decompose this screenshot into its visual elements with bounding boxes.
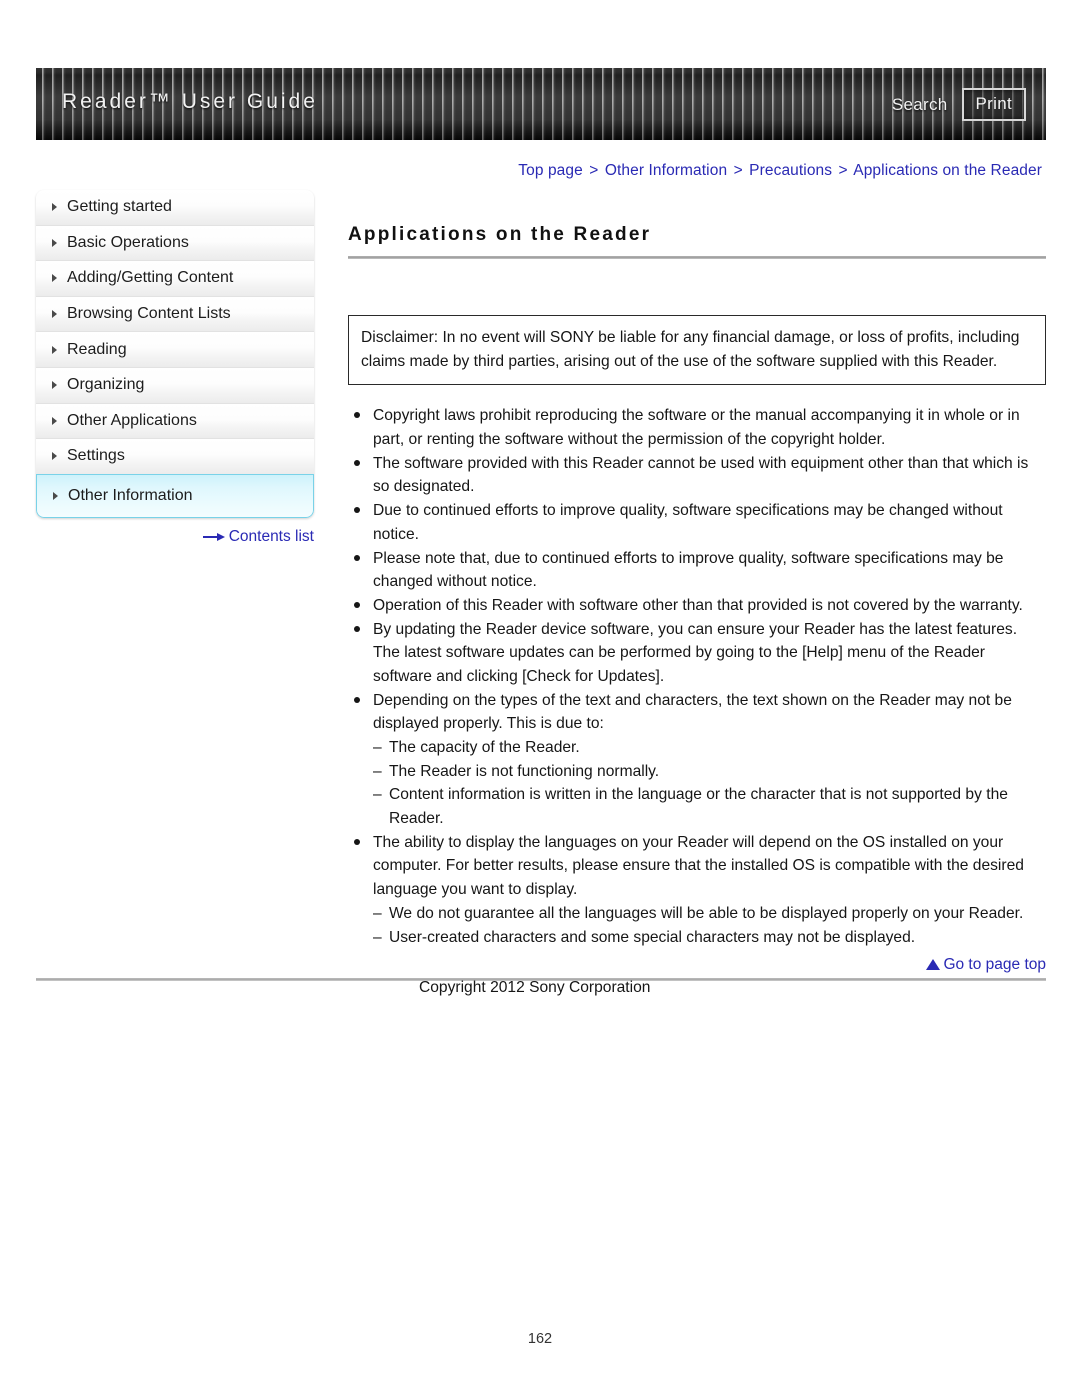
- precaution-item: By updating the Reader device software, …: [348, 618, 1046, 689]
- precaution-subitem: – Content information is written in the l…: [373, 783, 1046, 830]
- precautions-list: Copyright laws prohibit reproducing the …: [348, 404, 1046, 949]
- precaution-subitem: – The capacity of the Reader.: [373, 736, 1046, 760]
- sidebar-item-label: Settings: [67, 447, 125, 465]
- sidebar-item-label: Browsing Content Lists: [67, 305, 231, 323]
- triangle-right-icon: [53, 491, 58, 500]
- sidebar-item-label: Getting started: [67, 198, 172, 216]
- precaution-text: The software provided with this Reader c…: [373, 454, 1029, 496]
- bullet-dot-icon: [354, 412, 360, 419]
- precaution-item: Depending on the types of the text and c…: [348, 689, 1046, 831]
- precaution-text: By updating the Reader device software, …: [373, 620, 1018, 685]
- sidebar-item-settings[interactable]: Settings: [36, 439, 314, 475]
- print-button[interactable]: Print: [961, 88, 1026, 121]
- arrow-right-icon: [202, 532, 225, 542]
- bullet-dot-icon: [354, 838, 360, 845]
- sidebar-item-other-information[interactable]: Other Information: [36, 473, 314, 518]
- precaution-text: Depending on the types of the text and c…: [373, 691, 1012, 733]
- triangle-right-icon: [52, 203, 57, 212]
- precaution-item: Due to continued efforts to improve qual…: [348, 499, 1046, 546]
- sidebar-item-getting-started[interactable]: Getting started: [36, 190, 314, 226]
- copyright-text: Copyright 2012 Sony Corporation: [419, 979, 651, 996]
- precaution-text: Copyright laws prohibit reproducing the …: [373, 407, 1020, 449]
- breadcrumb-item-1[interactable]: Other Information: [605, 162, 727, 179]
- triangle-right-icon: [52, 274, 57, 283]
- precaution-sublist: – The capacity of the Reader. – The Reader …: [373, 736, 1046, 831]
- sidebar-item-adding-getting-content[interactable]: Adding/Getting Content: [36, 261, 314, 297]
- breadcrumb-item-3[interactable]: Applications on the Reader: [853, 162, 1042, 179]
- go-to-page-top-link[interactable]: Go to page top: [36, 956, 1046, 974]
- triangle-right-icon: [52, 381, 57, 390]
- page-number: 162: [527, 1331, 553, 1347]
- dash-marker: –: [373, 739, 382, 756]
- sidebar-item-label: Basic Operations: [67, 233, 189, 251]
- contents-list-link[interactable]: Contents list: [36, 528, 314, 546]
- precaution-subitem: – User-created characters and some specia…: [373, 926, 1046, 950]
- bullet-dot-icon: [354, 459, 360, 466]
- breadcrumb-item-0[interactable]: Top page: [518, 162, 583, 179]
- search-link[interactable]: Search: [892, 95, 948, 115]
- header-banner: Reader™ User Guide Search Print: [36, 68, 1046, 140]
- sidebar-nav: Getting started Basic Operations Adding/Ge…: [36, 190, 314, 518]
- sidebar-item-label: Other Information: [68, 486, 193, 504]
- precaution-sublist: – We do not guarantee all the languages w…: [373, 902, 1046, 949]
- disclaimer-box: Disclaimer: In no event will SONY be lia…: [348, 315, 1046, 386]
- main-content: Applications on the Reader Disclaimer: I…: [348, 224, 1046, 949]
- bullet-dot-icon: [354, 696, 360, 703]
- triangle-right-icon: [52, 345, 57, 354]
- precaution-item: The software provided with this Reader c…: [348, 452, 1046, 499]
- breadcrumb-separator: >: [838, 162, 848, 179]
- sidebar-item-basic-operations[interactable]: Basic Operations: [36, 225, 314, 262]
- user-guide-page: Reader™ User Guide Search Print Top page…: [0, 0, 1080, 1397]
- sidebar-item-label: Organizing: [67, 376, 145, 394]
- triangle-right-icon: [52, 452, 57, 461]
- sidebar-item-organizing[interactable]: Organizing: [36, 367, 314, 404]
- breadcrumb: Top page > Other Information > Precautio…: [518, 162, 1042, 180]
- breadcrumb-separator: >: [733, 162, 743, 179]
- precaution-subitem-text: Content information is written in the la…: [389, 786, 1008, 828]
- precaution-item: The ability to display the languages on …: [348, 831, 1046, 949]
- contents-list-label: Contents list: [228, 528, 314, 545]
- app-title: Reader™ User Guide: [62, 90, 318, 113]
- go-to-page-top-label: Go to page top: [943, 956, 1046, 973]
- dash-marker: –: [373, 762, 382, 780]
- breadcrumb-item-2[interactable]: Precautions: [749, 162, 832, 179]
- precaution-subitem: – We do not guarantee all the languages w…: [373, 902, 1046, 926]
- precaution-text: The ability to display the languages on …: [373, 833, 1024, 899]
- dash-marker: –: [373, 786, 382, 804]
- bullet-dot-icon: [354, 625, 360, 632]
- triangle-right-icon: [52, 238, 57, 247]
- bullet-dot-icon: [354, 507, 360, 514]
- precaution-text: Please note that, due to continued effor…: [373, 549, 1004, 591]
- precaution-text: Operation of this Reader with software o…: [373, 596, 1023, 614]
- precaution-item: Copyright laws prohibit reproducing the …: [348, 404, 1046, 451]
- precaution-text: Due to continued efforts to improve qual…: [373, 502, 1003, 543]
- precaution-subitem-text: User-created characters and some special…: [389, 928, 916, 946]
- sidebar-item-label: Adding/Getting Content: [67, 269, 234, 287]
- bullet-dot-icon: [354, 601, 360, 608]
- precaution-subitem: – The Reader is not functioning normally.: [373, 760, 1046, 784]
- sidebar-item-browsing-content-lists[interactable]: Browsing Content Lists: [36, 296, 314, 333]
- breadcrumb-separator: >: [589, 162, 599, 179]
- precaution-item: Operation of this Reader with software o…: [348, 594, 1046, 618]
- sidebar-item-reading[interactable]: Reading: [36, 332, 314, 368]
- title-divider: [348, 256, 1046, 259]
- precaution-subitem-text: We do not guarantee all the languages wi…: [389, 904, 1024, 922]
- precaution-item: Please note that, due to continued effor…: [348, 547, 1046, 594]
- dash-marker: –: [373, 904, 382, 922]
- triangle-up-icon: [926, 959, 941, 970]
- triangle-right-icon: [52, 310, 57, 319]
- sidebar-item-label: Reading: [67, 340, 127, 358]
- bullet-dot-icon: [354, 554, 360, 561]
- precaution-subitem-text: The capacity of the Reader.: [389, 739, 580, 756]
- precaution-subitem-text: The Reader is not functioning normally.: [389, 762, 660, 780]
- page-title: Applications on the Reader: [348, 224, 652, 245]
- dash-marker: –: [373, 928, 382, 946]
- sidebar-item-other-applications[interactable]: Other Applications: [36, 403, 314, 440]
- header-actions: Search Print: [892, 88, 1026, 121]
- triangle-right-icon: [52, 416, 57, 425]
- sidebar-item-label: Other Applications: [67, 411, 197, 429]
